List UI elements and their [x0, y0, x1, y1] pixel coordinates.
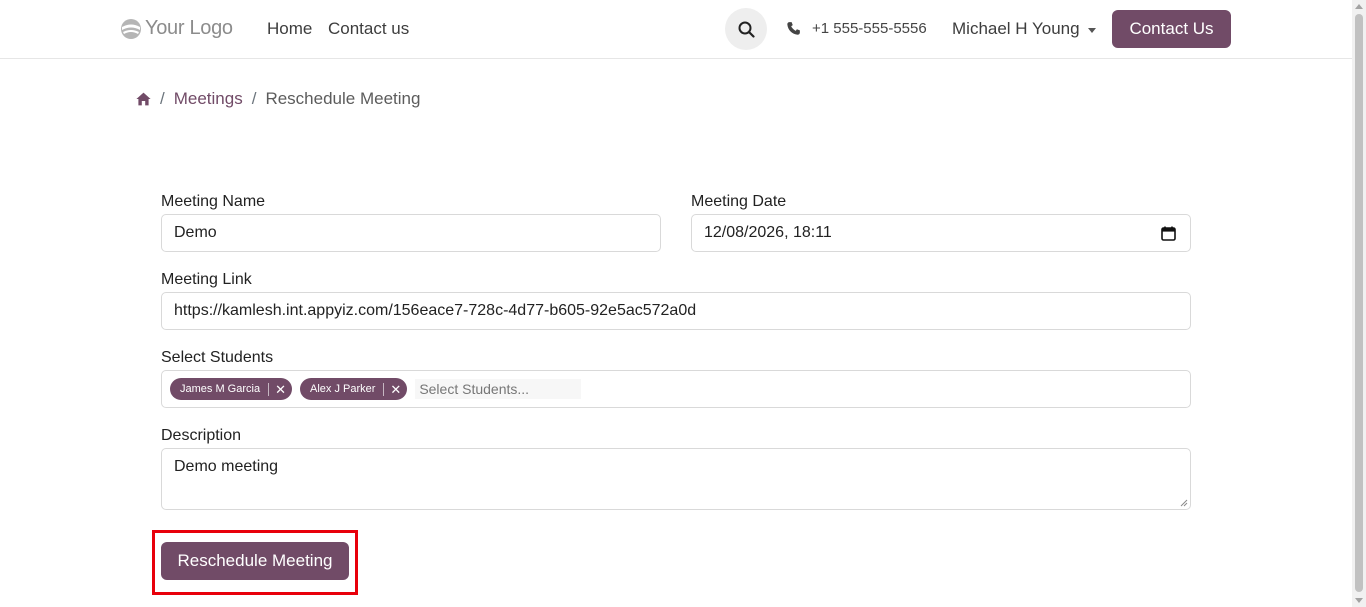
description-label: Description — [161, 427, 242, 444]
phone-icon — [787, 22, 800, 35]
search-icon — [738, 21, 755, 38]
student-tag-label: James M Garcia — [180, 383, 261, 395]
tag-divider — [268, 382, 270, 396]
home-icon — [136, 92, 151, 106]
remove-tag-icon[interactable]: ✕ — [275, 383, 286, 396]
meeting-link-label: Meeting Link — [161, 271, 252, 288]
top-navbar: Your Logo Home Contact us +1 555-555-555… — [0, 0, 1352, 59]
description-textarea[interactable]: Demo meeting — [161, 448, 1191, 510]
phone-link[interactable]: +1 555-555-5556 — [786, 20, 927, 37]
meeting-name-input[interactable]: Demo — [161, 214, 661, 252]
vertical-scrollbar[interactable] — [1352, 0, 1366, 607]
meeting-link-input[interactable]: https://kamlesh.int.appyiz.com/156eace7-… — [161, 292, 1191, 330]
logo-text: Your Logo — [145, 17, 233, 39]
scroll-up-arrow-icon[interactable] — [1355, 4, 1363, 9]
breadcrumb-meetings[interactable]: Meetings — [174, 89, 243, 109]
meeting-name-value: Demo — [174, 224, 217, 241]
breadcrumb: / Meetings / Reschedule Meeting — [136, 89, 420, 109]
resize-grip-icon[interactable] — [1179, 498, 1188, 507]
site-logo[interactable]: Your Logo — [120, 17, 233, 40]
meeting-link-value: https://kamlesh.int.appyiz.com/156eace7-… — [174, 302, 697, 319]
students-multiselect[interactable]: James M Garcia ✕ Alex J Parker ✕ — [161, 370, 1191, 408]
contact-us-button[interactable]: Contact Us — [1112, 10, 1231, 48]
meeting-name-label: Meeting Name — [161, 193, 266, 210]
user-menu-dropdown[interactable]: Michael H Young — [952, 19, 1096, 39]
breadcrumb-separator: / — [251, 89, 257, 108]
search-button[interactable] — [725, 8, 767, 50]
user-name: Michael H Young — [952, 19, 1080, 38]
caret-down-icon — [1087, 27, 1096, 33]
nav-contact-link[interactable]: Contact us — [328, 19, 409, 39]
description-value: Demo meeting — [174, 458, 279, 475]
breadcrumb-home[interactable] — [136, 92, 151, 106]
student-tag: James M Garcia ✕ — [170, 378, 292, 400]
student-tag-label: Alex J Parker — [309, 383, 376, 395]
reschedule-meeting-button[interactable]: Reschedule Meeting — [161, 542, 349, 580]
student-tag: Alex J Parker ✕ — [299, 378, 408, 400]
select-students-label: Select Students — [161, 349, 274, 366]
meeting-date-value: 12/08/2026, 18:11 — [704, 224, 832, 241]
remove-tag-icon[interactable]: ✕ — [390, 383, 401, 396]
students-search-input[interactable] — [415, 379, 582, 399]
tag-divider — [383, 382, 385, 396]
meeting-date-input[interactable]: 12/08/2026, 18:11 — [691, 214, 1191, 252]
breadcrumb-current: Reschedule Meeting — [265, 89, 421, 108]
calendar-icon[interactable] — [1161, 226, 1176, 241]
meeting-date-label: Meeting Date — [691, 193, 787, 210]
breadcrumb-separator: / — [160, 89, 165, 108]
scroll-thumb[interactable] — [1355, 14, 1363, 592]
logo-icon — [121, 18, 141, 39]
scroll-down-arrow-icon[interactable] — [1355, 598, 1363, 603]
nav-home-link[interactable]: Home — [267, 19, 312, 39]
phone-number: +1 555-555-5556 — [812, 20, 927, 37]
